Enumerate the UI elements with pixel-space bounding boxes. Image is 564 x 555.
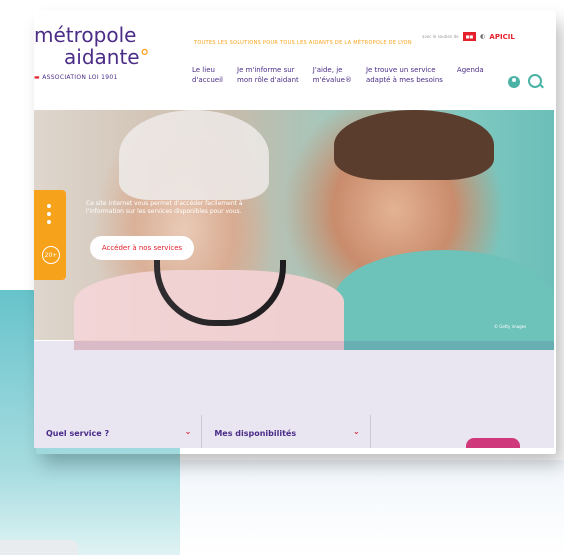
nav-item-informe[interactable]: Je m'informe sur mon rôle d'aidant xyxy=(237,65,299,85)
hero-photo: 20+ Ce site internet vous permet d'accéd… xyxy=(34,110,554,350)
logo[interactable]: métropole aidante° ▬ ASSOCIATION LOI 190… xyxy=(34,23,150,81)
logo-assoc-text: ASSOCIATION LOI 1901 xyxy=(42,74,118,81)
nav-item-service[interactable]: Je trouve un service adapté à mes besoin… xyxy=(366,65,443,85)
reflection-band xyxy=(34,341,554,448)
slider-dot-icon[interactable] xyxy=(47,204,51,208)
photo-shirt xyxy=(334,250,554,350)
decorative-faint-block xyxy=(180,460,564,555)
slider-label[interactable]: 20+ xyxy=(42,246,60,264)
photo-hair-right xyxy=(334,110,494,180)
photo-credit: © Getty images xyxy=(494,324,527,329)
cta-button[interactable]: Accéder à nos services xyxy=(90,236,194,260)
dash-icon: ▬ xyxy=(34,74,43,81)
logo-line2-text: aidante xyxy=(64,45,140,69)
partner-apicil: APICIL xyxy=(489,32,515,41)
slider-tab[interactable]: 20+ xyxy=(34,190,66,280)
search-icon[interactable] xyxy=(528,74,542,88)
slider-dot-icon[interactable] xyxy=(47,212,51,216)
logo-association: ▬ ASSOCIATION LOI 1901 xyxy=(34,74,144,81)
partners-text: avec le soutien de xyxy=(422,34,459,39)
user-icon[interactable] xyxy=(508,76,520,88)
decorative-grey-chip xyxy=(0,540,78,555)
main-nav: Le lieu d'accueil Je m'informe sur mon r… xyxy=(192,65,484,85)
hero-overlay xyxy=(34,110,294,340)
logo-line2: aidante° xyxy=(34,45,150,69)
tagline: TOUTES LES SOLUTIONS POUR TOUS LES AIDAN… xyxy=(194,40,412,46)
page-reflection xyxy=(34,341,554,448)
nav-item-agenda[interactable]: Agenda xyxy=(457,65,484,85)
logo-dot-icon: ° xyxy=(139,45,150,69)
nav-item-evalue[interactable]: J'aide, je m'évalue® xyxy=(313,65,352,85)
slider-dot-icon[interactable] xyxy=(47,220,51,224)
partners: avec le soutien de ■■ ◐ APICIL xyxy=(422,32,515,41)
hero-text: Ce site internet vous permet d'accéder f… xyxy=(86,200,243,215)
logo-line1: métropole xyxy=(34,23,137,47)
nav-item-lieu[interactable]: Le lieu d'accueil xyxy=(192,65,223,85)
partner-logo-icon: ■■ xyxy=(462,32,477,41)
partner-logo-2-icon: ◐ xyxy=(480,33,486,40)
